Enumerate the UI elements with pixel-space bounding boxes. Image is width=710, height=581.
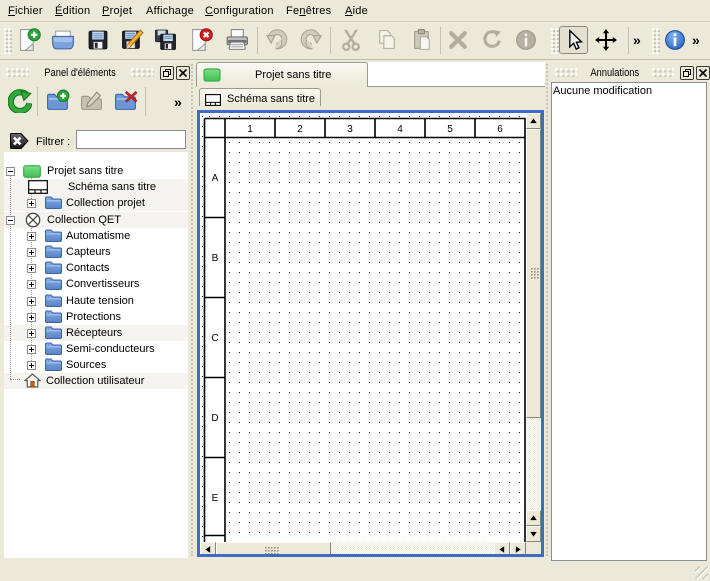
svg-text:5: 5 <box>447 124 453 135</box>
svg-text:E: E <box>212 493 219 504</box>
svg-text:C: C <box>211 333 218 344</box>
svg-text:D: D <box>211 413 218 424</box>
svg-text:B: B <box>212 253 219 264</box>
svg-text:6: 6 <box>497 124 503 135</box>
svg-text:3: 3 <box>347 124 353 135</box>
svg-text:4: 4 <box>397 124 403 135</box>
svg-text:1: 1 <box>247 124 253 135</box>
svg-text:A: A <box>212 173 219 184</box>
svg-text:2: 2 <box>297 124 303 135</box>
